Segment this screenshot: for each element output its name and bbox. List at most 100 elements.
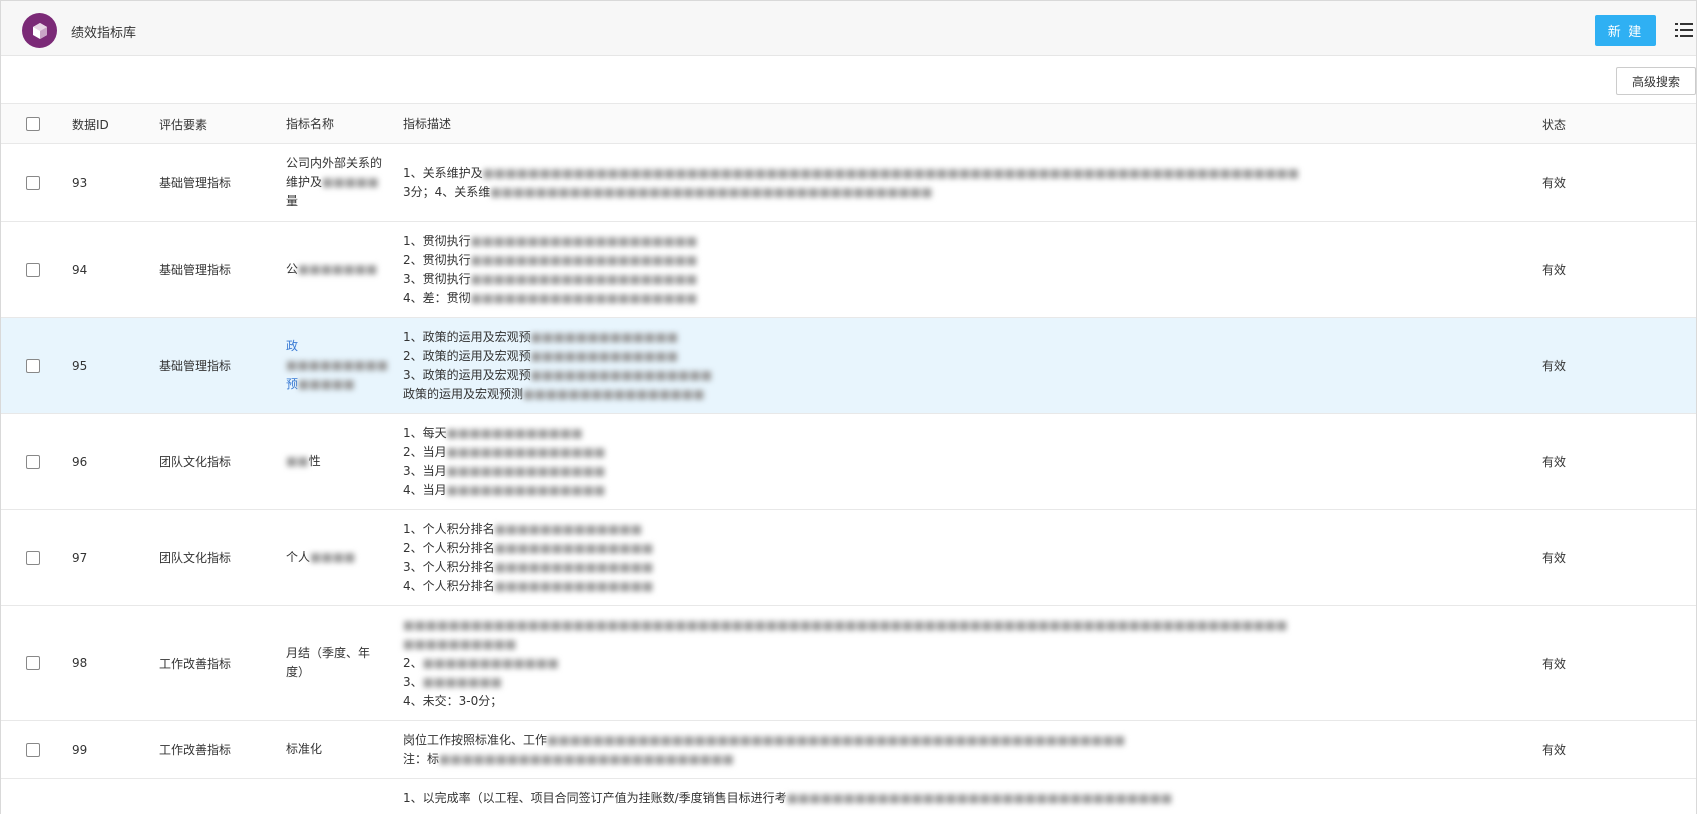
cell-element: 工作改善指标 [159,743,232,757]
description-line: 3、政策的运用及宏观预■■■■■■■■■■■■■■■■ [403,367,713,382]
toolbar: 高级搜索 [1,57,1696,103]
cell-element: 基础管理指标 [159,176,232,190]
cell-description: 1、个人积分排名■■■■■■■■■■■■■ 2、个人积分排名■■■■■■■■■■■… [403,510,1523,605]
cell-status: 有效 [1542,176,1567,190]
description-line: 3、■■■■■■■ [403,674,503,689]
cell-description: 1、关系维护及■■■■■■■■■■■■■■■■■■■■■■■■■■■■■■■■■… [403,144,1523,221]
table-row[interactable]: 96 团队文化指标 ■■性 1、每天■■■■■■■■■■■■ 2、当月■■■■■■■■■… [1,414,1696,510]
cell-name: 公司内外部关系的 维护及■■■■■ 量 [286,144,391,221]
row-checkbox[interactable] [26,358,40,373]
cell-name: 标准化 [286,721,391,778]
table-row[interactable]: 93 基础管理指标 公司内外部关系的 维护及■■■■■ 量 1、关系维护及■■■■■■■■… [1,144,1696,222]
cell-element: 基础管理指标 [159,359,232,373]
cell-name: 公■■■■■■■ [286,222,391,317]
name-line: 月结（季度、年 [286,646,371,660]
row-checkbox[interactable] [26,742,40,757]
name-line: 个人■■■■ [286,550,356,564]
table-body: 93 基础管理指标 公司内外部关系的 维护及■■■■■ 量 1、关系维护及■■■■■■■■… [1,144,1696,814]
row-checkbox[interactable] [26,454,40,469]
description-line: 3、当月■■■■■■■■■■■■■■ [403,463,606,478]
cell-status: 有效 [1542,455,1567,469]
cell-id: 98 [72,656,88,670]
cell-status: 有效 [1542,263,1567,277]
cell-description: 岗位工作按照标准化、工作■■■■■■■■■■■■■■■■■■■■■■■■■■■■… [403,721,1523,778]
description-line: 1、个人积分排名■■■■■■■■■■■■■ [403,521,643,536]
cell-name: ■■性 [286,414,391,509]
description-line: 1、每天■■■■■■■■■■■■ [403,425,583,440]
column-header-desc[interactable]: 指标描述 [403,104,1523,145]
advanced-search-button[interactable]: 高级搜索 [1616,67,1696,95]
cell-description: 1、政策的运用及宏观预■■■■■■■■■■■■■ 2、政策的运用及宏观预■■■■■… [403,318,1523,413]
cell-element: 团队文化指标 [159,551,232,565]
name-line: 公■■■■■■■ [286,262,378,276]
cell-element: 团队文化指标 [159,455,232,469]
table-row[interactable]: 98 工作改善指标 月结（季度、年 度） ■■■■■■■■■■■■■■■■■■■■■■■… [1,606,1696,721]
description-line: 注：标■■■■■■■■■■■■■■■■■■■■■■■■■■ [403,751,734,766]
description-line: ■■■■■■■■■■ [403,636,517,651]
cell-element: 基础管理指标 [159,263,232,277]
description-line: 2、■■■■■■■■■■■■ [403,655,559,670]
column-header-status[interactable]: 状态 [1542,104,1566,145]
description-line: 4、差：贯彻■■■■■■■■■■■■■■■■■■■■ [403,290,698,305]
row-checkbox[interactable] [26,262,40,277]
description-line: 3分；4、关系维■■■■■■■■■■■■■■■■■■■■■■■■■■■■■■■■… [403,184,933,199]
cell-id: 97 [72,550,88,565]
name-line: 标准化 [286,742,323,756]
table-row[interactable]: 94 基础管理指标 公■■■■■■■ 1、贯彻执行■■■■■■■■■■■■■■■■■■… [1,222,1696,318]
cell-description: 1、每天■■■■■■■■■■■■ 2、当月■■■■■■■■■■■■■■ 3、当月■■… [403,414,1523,509]
indicator-table: 数据ID 评估要素 指标名称 指标描述 状态 93 基础管理指标 公司内外部关系的维… [1,103,1696,814]
column-header-element[interactable]: 评估要素 [159,104,207,145]
name-line: 公司内外部关系的 [286,156,383,170]
description-line: 4、个人积分排名■■■■■■■■■■■■■■ [403,578,654,593]
cell-description: 1、贯彻执行■■■■■■■■■■■■■■■■■■■■ 2、贯彻执行■■■■■■■■… [403,222,1523,317]
cube-logo-icon [22,13,57,48]
description-line: 1、政策的运用及宏观预■■■■■■■■■■■■■ [403,329,679,344]
row-checkbox[interactable] [26,175,40,190]
table-row[interactable]: 99 工作改善指标 标准化 岗位工作按照标准化、工作■■■■■■■■■■■■■■■■■… [1,721,1696,779]
description-line: 1、关系维护及■■■■■■■■■■■■■■■■■■■■■■■■■■■■■■■■■… [403,165,1299,180]
table-row[interactable]: 97 团队文化指标 个人■■■■ 1、个人积分排名■■■■■■■■■■■■■ 2、个人积… [1,510,1696,606]
cell-id: 94 [72,262,88,277]
cell-id: 93 [72,175,88,190]
table-row[interactable]: 1、以完成率（以工程、项目合同签订产值为挂账数/季度销售目标进行考■■■■■■■… [1,779,1696,814]
name-line: 预■■■■■ [286,377,355,391]
page-title: 绩效指标库 [71,26,137,41]
cell-status: 有效 [1542,743,1567,757]
new-button[interactable]: 新 建 [1595,15,1656,46]
cell-name: 个人■■■■ [286,510,391,605]
description-line: 1、以完成率（以工程、项目合同签订产值为挂账数/季度销售目标进行考■■■■■■■… [403,791,1173,805]
cell-description: 1、以完成率（以工程、项目合同签订产值为挂账数/季度销售目标进行考■■■■■■■… [403,779,1523,814]
description-line: 政策的运用及宏观预测■■■■■■■■■■■■■■■■ [403,386,705,401]
row-checkbox[interactable] [26,656,40,670]
name-line: 量 [286,194,299,208]
list-menu-icon[interactable] [1675,21,1693,39]
name-line: ■■性 [286,454,321,468]
name-line: 度） [286,665,311,679]
cell-element: 工作改善指标 [159,656,232,671]
description-line: 2、当月■■■■■■■■■■■■■■ [403,444,606,459]
cell-status: 有效 [1542,359,1567,373]
description-line: 岗位工作按照标准化、工作■■■■■■■■■■■■■■■■■■■■■■■■■■■■… [403,732,1126,747]
cell-status: 有效 [1542,551,1567,565]
table-row[interactable]: 95 基础管理指标 政■■■■■■■■■ 预■■■■■ 1、政策的运用及宏观预■■■■■… [1,318,1696,414]
description-line: 1、贯彻执行■■■■■■■■■■■■■■■■■■■■ [403,233,698,248]
row-checkbox[interactable] [26,550,40,565]
name-line: 维护及■■■■■ [286,175,379,189]
cell-name: 月结（季度、年 度） [286,606,391,720]
table-header: 数据ID 评估要素 指标名称 指标描述 状态 [1,103,1696,144]
description-line: ■■■■■■■■■■■■■■■■■■■■■■■■■■■■■■■■■■■■■■■■… [403,617,1288,632]
description-line: 4、未交：3-0分； [403,693,503,708]
cell-id: 96 [72,454,88,469]
select-all-checkbox[interactable] [26,117,40,131]
description-line: 2、贯彻执行■■■■■■■■■■■■■■■■■■■■ [403,252,698,267]
column-header-name[interactable]: 指标名称 [286,104,391,145]
name-line: 政■■■■■■■■■ [286,339,389,372]
cell-description: ■■■■■■■■■■■■■■■■■■■■■■■■■■■■■■■■■■■■■■■■… [403,606,1523,720]
cell-id: 95 [72,358,88,373]
description-line: 3、个人积分排名■■■■■■■■■■■■■■ [403,559,654,574]
description-line: 2、政策的运用及宏观预■■■■■■■■■■■■■ [403,348,679,363]
column-header-id[interactable]: 数据ID [72,104,109,145]
cell-status: 有效 [1542,656,1567,671]
cell-name[interactable]: 政■■■■■■■■■ 预■■■■■ [286,318,391,413]
description-line: 3、贯彻执行■■■■■■■■■■■■■■■■■■■■ [403,271,698,286]
